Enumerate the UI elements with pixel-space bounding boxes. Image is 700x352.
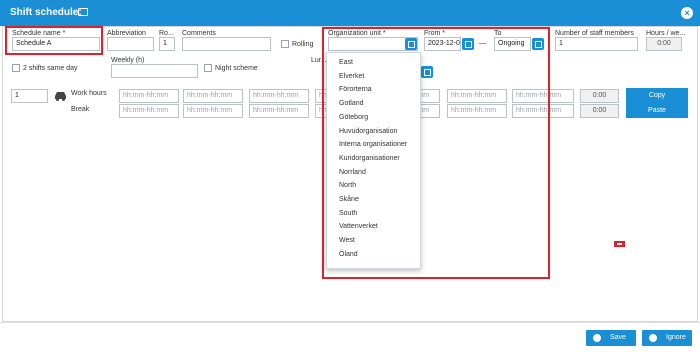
comments-label: Comments [182,30,216,37]
work-hours-input[interactable]: hh:mm-hh:mm [249,89,309,103]
total-break-value: 0:00 [580,104,619,118]
car-icon [55,92,66,101]
break-input[interactable]: hh:mm-hh:mm [119,104,179,118]
weekly-label: Weekly (h) [111,57,145,64]
work-hours-label: Work hours [71,90,107,97]
paste-button[interactable]: Paste [626,103,688,118]
highlight-schedule-name [5,26,103,55]
close-circle-icon [649,334,657,342]
close-icon[interactable]: × [681,7,693,19]
hours-week-label: Hours / we... [646,30,686,37]
work-hours-input[interactable]: hh:mm-hh:mm [183,89,243,103]
abbreviation-input[interactable] [107,37,154,51]
night-scheme-label: Night scheme [215,65,258,72]
ignore-button[interactable]: Ignore [642,330,692,346]
rotation-label: Ro... [159,30,174,37]
staff-members-input[interactable]: 1 [555,37,638,51]
rolling-checkbox[interactable] [281,40,289,48]
total-work-value: 0:00 [580,89,619,103]
cloud-icon [593,334,601,342]
abbreviation-label: Abbreviation [107,30,146,37]
night-scheme-checkbox[interactable] [204,64,212,72]
two-shifts-checkbox[interactable] [12,64,20,72]
work-hours-input[interactable]: hh:mm-hh:mm [119,89,179,103]
break-label: Break [71,106,90,113]
window-titlebar: Shift schedule: × [0,0,700,26]
two-shifts-label: 2 shifts same day [23,65,78,72]
staff-members-label: Number of staff members [555,30,634,37]
break-input[interactable]: hh:mm-hh:mm [183,104,243,118]
copy-button[interactable]: Copy [626,88,688,103]
hours-week-value: 0:00 [646,37,682,51]
highlight-org-dates [322,27,550,279]
error-marker [614,241,625,247]
rolling-label: Rolling [292,41,314,48]
save-button[interactable]: Save [586,330,636,346]
rotation-input[interactable]: 1 [159,37,175,51]
window-title: Shift schedule: [10,7,82,18]
footer-bar: Save Ignore [0,322,700,352]
ticket-icon [78,8,88,16]
comments-input[interactable] [182,37,271,51]
break-input[interactable]: hh:mm-hh:mm [249,104,309,118]
weekly-input[interactable] [111,64,198,78]
row-number-input[interactable]: 1 [11,89,48,103]
